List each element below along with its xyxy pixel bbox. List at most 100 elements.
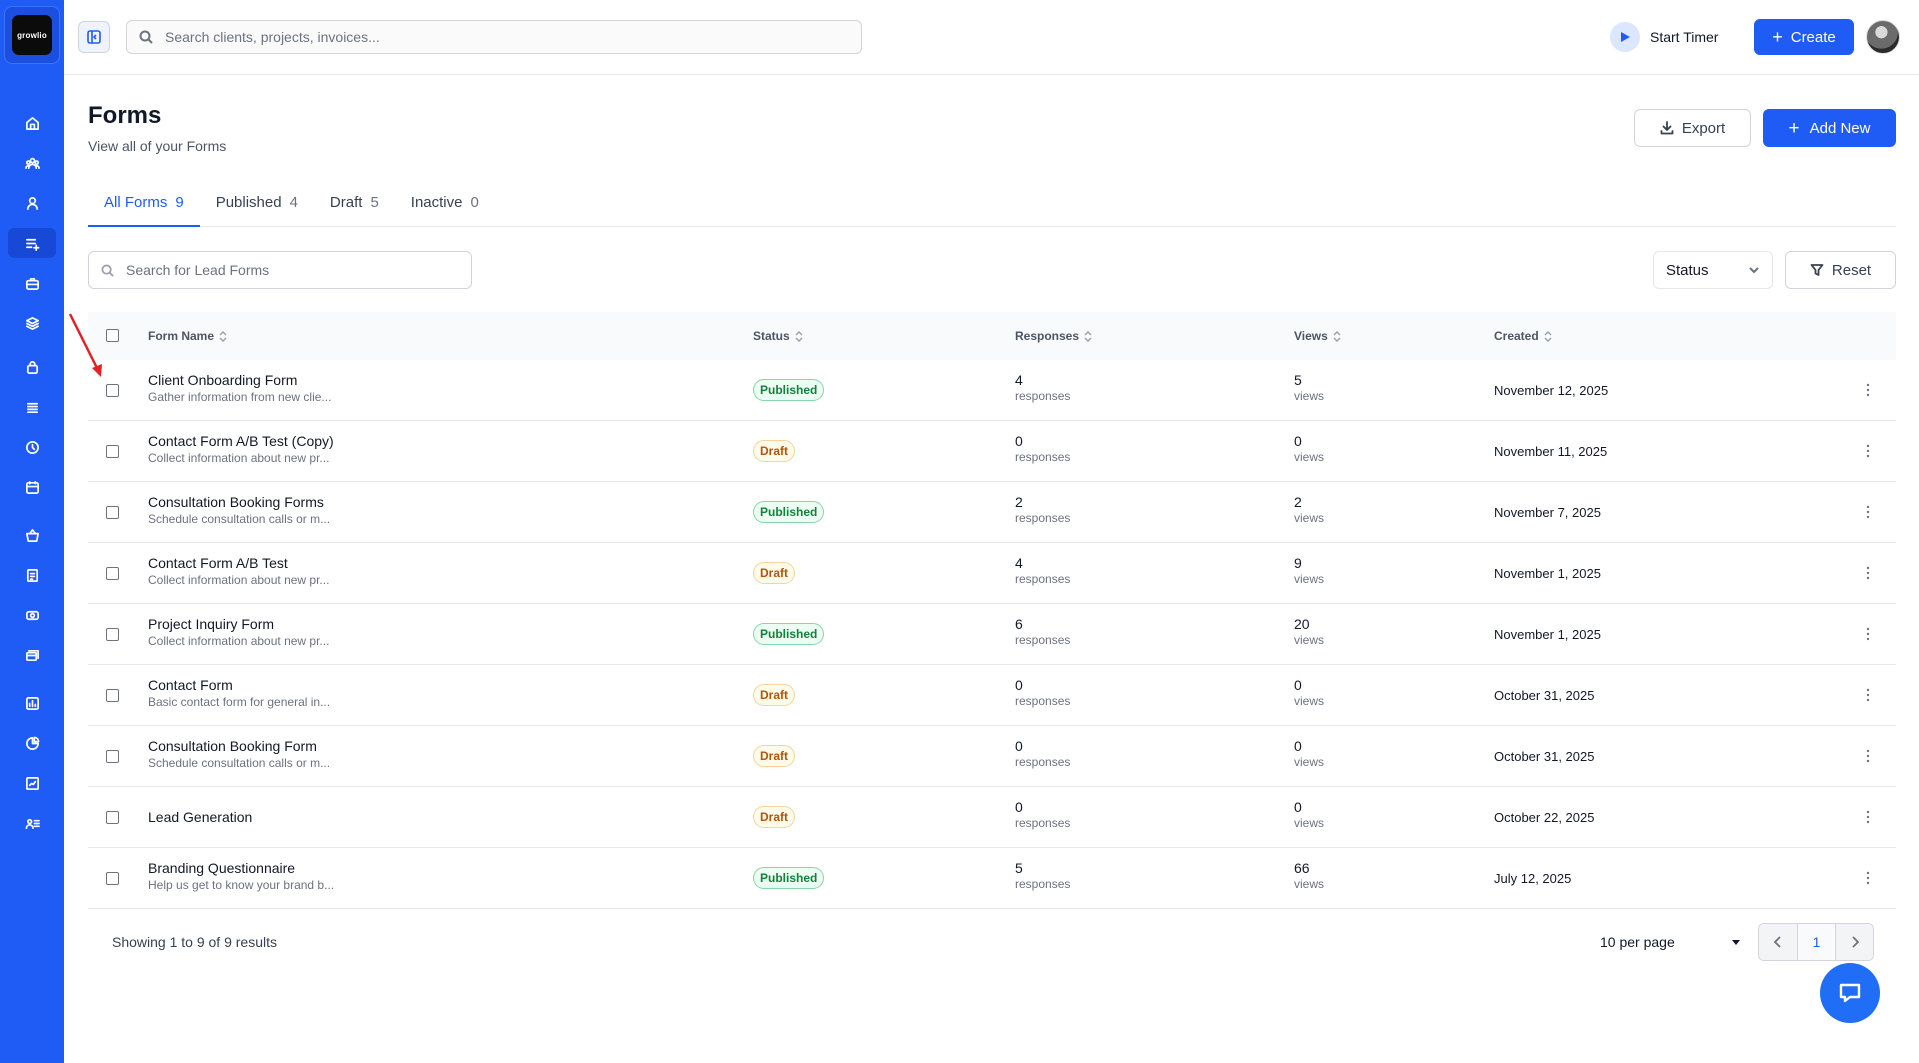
column-header-form-name[interactable]: Form Name bbox=[148, 329, 227, 343]
help-chat-button[interactable] bbox=[1820, 963, 1880, 1023]
form-name-cell[interactable]: Consultation Booking Forms Schedule consu… bbox=[148, 494, 330, 526]
column-header-responses[interactable]: Responses bbox=[1015, 329, 1092, 343]
row-checkbox[interactable] bbox=[106, 628, 119, 641]
form-name-cell[interactable]: Project Inquiry Form Collect information … bbox=[148, 616, 329, 648]
form-name[interactable]: Client Onboarding Form bbox=[148, 372, 331, 388]
row-actions-button[interactable] bbox=[1858, 624, 1878, 644]
per-page-select[interactable]: 10 per page bbox=[1600, 934, 1742, 950]
form-name[interactable]: Branding Questionnaire bbox=[148, 860, 334, 876]
sidebar-item-expenses[interactable] bbox=[8, 640, 56, 670]
column-header-created[interactable]: Created bbox=[1494, 329, 1552, 343]
user-avatar[interactable] bbox=[1866, 20, 1900, 54]
tab-draft[interactable]: Draft 5 bbox=[314, 186, 395, 227]
row-actions-button[interactable] bbox=[1858, 502, 1878, 522]
sidebar-item-time[interactable] bbox=[8, 432, 56, 462]
sidebar-toggle-button[interactable] bbox=[78, 21, 110, 53]
row-checkbox[interactable] bbox=[106, 506, 119, 519]
sidebar-item-users[interactable] bbox=[8, 808, 56, 838]
sidebar-item-payments[interactable] bbox=[8, 600, 56, 630]
chevron-down-icon bbox=[1749, 267, 1759, 274]
responses-count: 0 bbox=[1015, 433, 1023, 449]
row-checkbox[interactable] bbox=[106, 750, 119, 763]
sidebar-item-calendar[interactable] bbox=[8, 472, 56, 502]
lead-forms-search-input[interactable] bbox=[126, 262, 456, 278]
start-timer-label: Start Timer bbox=[1650, 29, 1719, 45]
row-checkbox[interactable] bbox=[106, 567, 119, 580]
form-name[interactable]: Lead Generation bbox=[148, 809, 252, 825]
table-row[interactable]: Consultation Booking Forms Schedule consu… bbox=[88, 482, 1896, 543]
row-actions-button[interactable] bbox=[1858, 807, 1878, 827]
sidebar-item-team[interactable] bbox=[8, 148, 56, 178]
row-actions-button[interactable] bbox=[1858, 441, 1878, 461]
tab-published[interactable]: Published 4 bbox=[200, 186, 314, 227]
form-name[interactable]: Project Inquiry Form bbox=[148, 616, 329, 632]
row-checkbox[interactable] bbox=[106, 445, 119, 458]
sidebar-item-analytics[interactable] bbox=[8, 728, 56, 758]
table-row[interactable]: Contact Form A/B Test (Copy) Collect info… bbox=[88, 421, 1896, 482]
table-row[interactable]: Client Onboarding Form Gather information… bbox=[88, 360, 1896, 421]
form-name-cell[interactable]: Contact Form A/B Test Collect information… bbox=[148, 555, 329, 587]
form-name[interactable]: Consultation Booking Form bbox=[148, 738, 330, 754]
sidebar-item-projects[interactable] bbox=[8, 268, 56, 298]
global-search[interactable] bbox=[126, 20, 862, 54]
row-actions-button[interactable] bbox=[1858, 380, 1878, 400]
global-search-input[interactable] bbox=[165, 29, 845, 45]
logo-container[interactable]: growlio bbox=[4, 6, 60, 64]
form-name-cell[interactable]: Contact Form A/B Test (Copy) Collect info… bbox=[148, 433, 334, 465]
chart-box-icon bbox=[25, 776, 39, 790]
next-page-button[interactable] bbox=[1835, 924, 1873, 960]
row-actions-button[interactable] bbox=[1858, 868, 1878, 888]
form-name[interactable]: Contact Form A/B Test bbox=[148, 555, 329, 571]
sidebar-item-reports[interactable] bbox=[8, 688, 56, 718]
prev-page-button[interactable] bbox=[1759, 924, 1797, 960]
create-button[interactable]: + Create bbox=[1754, 19, 1854, 55]
tab-all-forms[interactable]: All Forms 9 bbox=[88, 186, 200, 227]
row-actions-button[interactable] bbox=[1858, 563, 1878, 583]
table-row[interactable]: Contact Form Basic contact form for gener… bbox=[88, 665, 1896, 726]
row-checkbox[interactable] bbox=[106, 384, 119, 397]
table-row[interactable]: Project Inquiry Form Collect information … bbox=[88, 604, 1896, 665]
column-header-status[interactable]: Status bbox=[753, 329, 803, 343]
form-name-cell[interactable]: Lead Generation bbox=[148, 809, 252, 825]
sidebar-item-home[interactable] bbox=[8, 108, 56, 138]
row-checkbox[interactable] bbox=[106, 689, 119, 702]
status-filter-select[interactable]: Status bbox=[1653, 251, 1773, 289]
tab-inactive[interactable]: Inactive 0 bbox=[395, 186, 495, 227]
table-row[interactable]: Consultation Booking Form Schedule consul… bbox=[88, 726, 1896, 787]
form-name-cell[interactable]: Consultation Booking Form Schedule consul… bbox=[148, 738, 330, 770]
responses-cell: 0 responses bbox=[1015, 433, 1070, 464]
row-actions-button[interactable] bbox=[1858, 685, 1878, 705]
table-row[interactable]: Contact Form A/B Test Collect information… bbox=[88, 543, 1896, 604]
column-header-views[interactable]: Views bbox=[1294, 329, 1341, 343]
row-actions-button[interactable] bbox=[1858, 746, 1878, 766]
row-checkbox[interactable] bbox=[106, 872, 119, 885]
sidebar-item-invoices[interactable] bbox=[8, 560, 56, 590]
status-filter-label: Status bbox=[1666, 261, 1709, 279]
sidebar-item-dashboard[interactable] bbox=[8, 768, 56, 798]
clock-icon bbox=[25, 440, 39, 454]
reset-button[interactable]: Reset bbox=[1785, 251, 1896, 289]
views-cell: 2 views bbox=[1294, 494, 1324, 525]
row-checkbox[interactable] bbox=[106, 811, 119, 824]
sidebar-item-clients[interactable] bbox=[8, 188, 56, 218]
form-name[interactable]: Consultation Booking Forms bbox=[148, 494, 330, 510]
sidebar-item-forms[interactable] bbox=[8, 228, 56, 258]
views-unit: views bbox=[1294, 633, 1325, 647]
form-name-cell[interactable]: Client Onboarding Form Gather information… bbox=[148, 372, 331, 404]
form-name[interactable]: Contact Form A/B Test (Copy) bbox=[148, 433, 334, 449]
sidebar-item-layers[interactable] bbox=[8, 308, 56, 338]
form-description: Schedule consultation calls or m... bbox=[148, 756, 331, 770]
add-new-button[interactable]: + Add New bbox=[1763, 109, 1896, 147]
table-row[interactable]: Lead Generation Draft 0 responses 0 views Octo… bbox=[88, 787, 1896, 848]
form-name-cell[interactable]: Branding Questionnaire Help us get to kno… bbox=[148, 860, 334, 892]
start-timer-button[interactable]: Start Timer bbox=[1610, 22, 1718, 52]
sidebar-item-list[interactable] bbox=[8, 392, 56, 422]
sidebar-item-shop[interactable] bbox=[8, 352, 56, 382]
page-number-button[interactable]: 1 bbox=[1797, 924, 1835, 960]
lead-forms-search[interactable] bbox=[88, 251, 472, 289]
form-name[interactable]: Contact Form bbox=[148, 677, 330, 693]
sidebar-item-orders[interactable] bbox=[8, 520, 56, 550]
form-name-cell[interactable]: Contact Form Basic contact form for gener… bbox=[148, 677, 330, 709]
table-row[interactable]: Branding Questionnaire Help us get to kno… bbox=[88, 848, 1896, 909]
export-button[interactable]: Export bbox=[1634, 109, 1751, 147]
